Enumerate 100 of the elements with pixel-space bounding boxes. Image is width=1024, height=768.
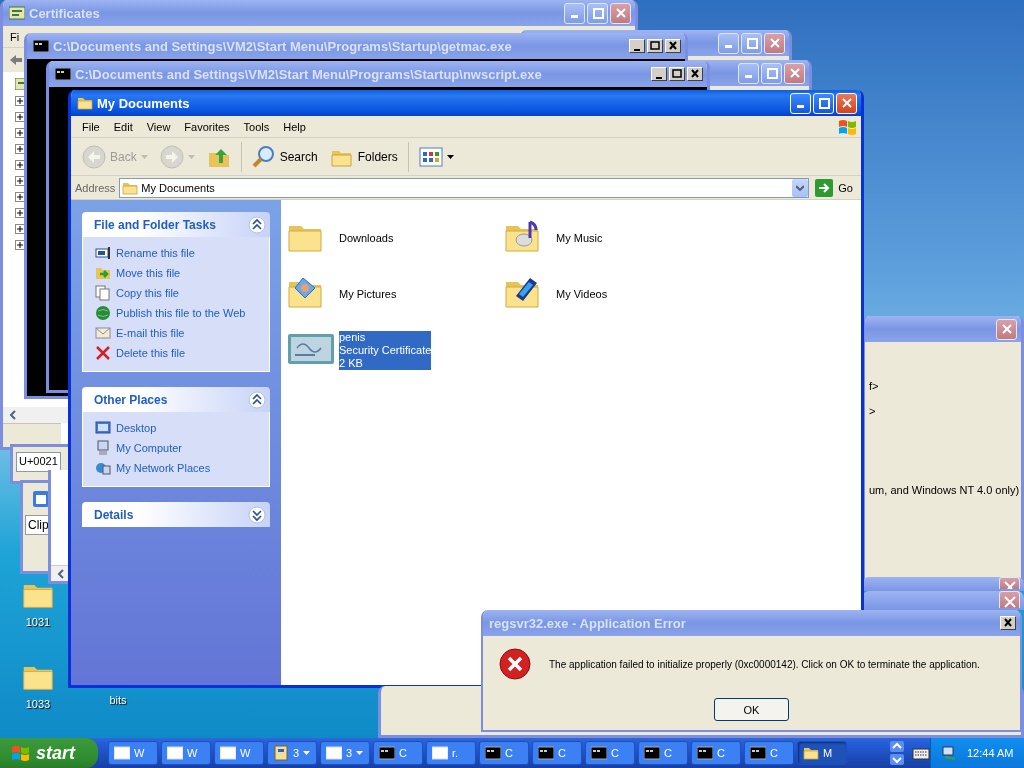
search-button[interactable]: Search — [246, 141, 323, 172]
icon-label[interactable]: 1033 — [25, 698, 51, 710]
close-icon — [839, 96, 854, 110]
error-message: The application failed to initialize properly (0xc0000142). Click on OK to terminate the application. — [549, 658, 980, 670]
menu-item[interactable]: Edit — [106, 118, 140, 135]
window-title: C:\Documents and Settings\VM2\Start Menu\Programs\Startup\getmac.exe — [53, 38, 513, 54]
task-link[interactable]: Publish this file to the Web — [116, 307, 246, 319]
menu-item[interactable]: Favorites — [177, 118, 237, 135]
taskbar-button[interactable]: W — [108, 741, 158, 765]
menu-item[interactable]: Help — [276, 118, 313, 135]
taskbar-button[interactable]: r. — [426, 741, 476, 765]
close-icon — [613, 6, 628, 20]
address-field[interactable]: My Documents — [119, 177, 810, 198]
caret-icon — [187, 154, 195, 159]
network-icon — [941, 745, 957, 761]
menu-item[interactable]: File — [75, 118, 107, 135]
maximize-icon — [650, 41, 660, 51]
pane-header[interactable]: Details — [82, 502, 270, 527]
network-icon — [95, 460, 111, 476]
taskbar-button[interactable]: C — [373, 741, 423, 765]
desktop-icon — [95, 420, 111, 436]
item-label[interactable]: My Pictures — [339, 287, 397, 301]
taskbar-button[interactable]: W — [161, 741, 211, 765]
menu-item[interactable]: Tools — [236, 118, 277, 135]
dropdown-button[interactable] — [792, 178, 809, 197]
console-icon — [33, 40, 49, 52]
task-link[interactable]: My Network Places — [116, 462, 211, 474]
window-title: Certificates — [29, 5, 101, 21]
certificate-icon — [9, 6, 25, 20]
task-link[interactable]: Rename this file — [116, 247, 195, 259]
console-icon — [55, 68, 71, 80]
console-icon — [485, 745, 501, 761]
keyboard-icon — [912, 746, 930, 760]
folder-icon — [803, 745, 819, 761]
window-icon — [432, 745, 448, 761]
close-icon — [1003, 581, 1016, 589]
task-link[interactable]: My Computer — [116, 442, 183, 454]
window-icon — [220, 745, 236, 761]
clock: 12:44 AM — [967, 747, 1014, 759]
close-icon — [999, 322, 1014, 336]
folder-icon — [77, 95, 93, 111]
envelope-icon — [95, 325, 111, 341]
console-icon — [379, 745, 395, 761]
icon-label[interactable]: 1031 — [25, 616, 51, 628]
window-icon — [114, 745, 130, 761]
task-link[interactable]: E-mail this file — [116, 327, 185, 339]
taskbar-button[interactable]: 3 — [267, 741, 317, 765]
item-label[interactable]: My Music — [556, 231, 603, 245]
icon-label[interactable]: bits — [109, 694, 127, 706]
caret-icon — [303, 751, 311, 755]
task-link[interactable]: Copy this file — [116, 287, 179, 299]
taskbar-button[interactable]: C — [479, 741, 529, 765]
task-link[interactable]: Delete this file — [116, 347, 186, 359]
close-icon — [767, 36, 782, 50]
close-icon — [1003, 618, 1013, 628]
start-button[interactable]: start — [0, 738, 98, 768]
folders-button[interactable]: Folders — [324, 141, 403, 172]
maximize-icon — [672, 69, 682, 79]
taskbar-button[interactable]: C — [691, 741, 741, 765]
pane-header[interactable]: Other Places — [82, 387, 270, 412]
views-icon — [418, 144, 443, 169]
error-icon — [499, 648, 531, 680]
rename-icon — [95, 245, 111, 261]
pane-header[interactable]: File and Folder Tasks — [82, 212, 270, 237]
menu-item[interactable]: View — [139, 118, 178, 135]
go-button[interactable]: Go — [813, 178, 857, 197]
minimize-icon — [571, 15, 578, 18]
taskbar-button[interactable]: C — [638, 741, 688, 765]
item-label[interactable]: My Videos — [556, 287, 608, 301]
task-link[interactable]: Move this file — [116, 267, 181, 279]
item-label[interactable]: penis Security Certificate 2 KB — [339, 330, 432, 370]
close-icon — [690, 69, 700, 79]
console-icon — [591, 745, 607, 761]
taskbar-button[interactable]: W — [214, 741, 264, 765]
back-icon — [82, 144, 106, 169]
maximize-icon — [590, 6, 605, 20]
task-link[interactable]: Desktop — [116, 422, 157, 434]
move-icon — [95, 265, 111, 281]
forward-icon — [159, 144, 184, 169]
maximize-icon — [744, 36, 759, 50]
window-title: regsvr32.exe - Application Error — [489, 615, 687, 631]
caret-icon — [140, 154, 148, 159]
delete-icon — [95, 345, 111, 361]
text-line: f> — [869, 380, 879, 394]
text-line: > — [869, 405, 876, 419]
taskbar-button[interactable]: C — [532, 741, 582, 765]
minimize-icon — [745, 75, 752, 78]
window-icon — [326, 745, 342, 761]
console-icon — [644, 745, 660, 761]
caret-icon — [356, 751, 364, 755]
taskbar-button[interactable]: C — [585, 741, 635, 765]
item-label[interactable]: Downloads — [339, 231, 394, 245]
search-icon — [251, 144, 276, 169]
taskbar-button[interactable]: C — [744, 741, 794, 765]
taskbar-button[interactable]: 3 — [320, 741, 370, 765]
scroll-down-icon — [890, 754, 904, 765]
taskbar-button[interactable]: M — [797, 741, 847, 765]
maximize-icon — [816, 96, 831, 110]
console-icon — [750, 745, 766, 761]
computer-icon — [95, 440, 111, 456]
